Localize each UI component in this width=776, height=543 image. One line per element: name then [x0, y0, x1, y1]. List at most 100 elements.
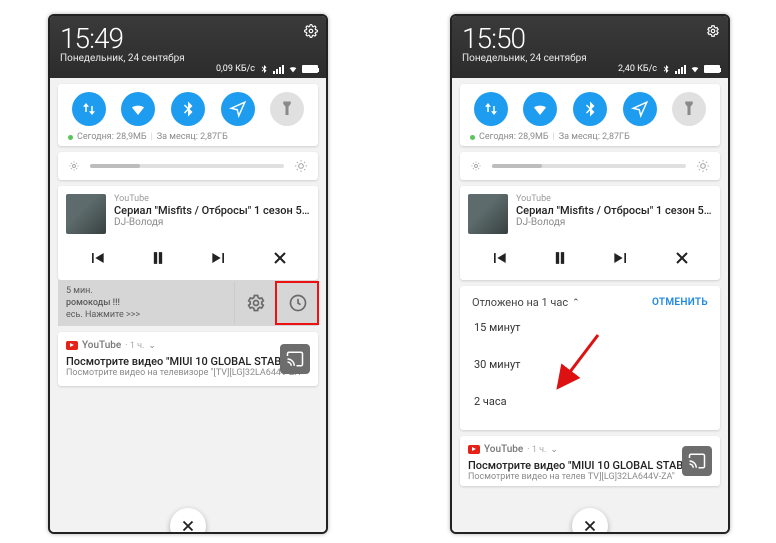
qs-bluetooth-toggle[interactable] [171, 92, 205, 126]
chevron-up-icon: ⌃ [572, 298, 580, 308]
notif-title: Посмотрите видео "MIUI 10 GLOBAL STABLE … [66, 355, 310, 368]
media-next-button[interactable] [607, 244, 635, 272]
brightness-slider[interactable] [58, 152, 318, 180]
battery-icon [302, 65, 318, 73]
bluetooth-icon [259, 64, 269, 74]
qs-flashlight-toggle[interactable] [672, 92, 706, 126]
usage-month: За месяц: 2,87ГБ [559, 132, 630, 142]
clock: 15:50 [462, 22, 718, 55]
qs-wifi-toggle[interactable] [121, 92, 155, 126]
notification-panel: Сегодня: 28,9МБ | За месяц: 2,87ГБ YouTu… [50, 78, 326, 532]
youtube-notification[interactable]: YouTube · 1 ч. ⌄ Посмотрите видео "MIUI … [58, 332, 318, 386]
phone-screenshot-right: 15:50 Понедельник, 24 сентября 2,40 КБ/с [450, 14, 730, 534]
snooze-subtitle: есь. Нажмите >>> [66, 310, 226, 320]
skip-previous-icon [489, 248, 509, 268]
media-pause-button[interactable] [144, 244, 172, 272]
media-title: Сериал "Misfits / Отбросы" 1 сезон 5 сер… [114, 204, 310, 217]
settings-gear[interactable] [304, 24, 318, 38]
cast-button[interactable] [280, 344, 310, 374]
notif-subtitle: Посмотрите видео на телевизоре "[TV][LG]… [66, 368, 310, 378]
qs-data-toggle[interactable] [72, 92, 106, 126]
status-bar: 15:49 Понедельник, 24 сентября 0,09 КБ/с [50, 16, 326, 78]
network-speed: 2,40 КБ/с [618, 64, 657, 74]
notif-time: 1 ч. [130, 341, 145, 351]
notif-app-name: YouTube [484, 444, 523, 455]
status-indicators: 2,40 КБ/с [618, 64, 720, 74]
clock-icon [288, 293, 308, 313]
clock: 15:49 [60, 22, 316, 55]
status-date: Понедельник, 24 сентября [462, 53, 718, 64]
skip-next-icon [611, 248, 631, 268]
status-indicators: 0,09 КБ/с [216, 64, 318, 74]
media-app-name: YouTube [114, 194, 310, 204]
usage-today: Сегодня: 28,9МБ [479, 132, 549, 142]
settings-gear[interactable] [706, 24, 720, 38]
media-prev-button[interactable] [485, 244, 513, 272]
usage-month: За месяц: 2,87ГБ [157, 132, 228, 142]
media-close-button[interactable] [668, 244, 696, 272]
media-subtitle: DJ-Володя [516, 217, 712, 228]
media-subtitle: DJ-Володя [114, 217, 310, 228]
cast-button[interactable] [682, 446, 712, 476]
qs-location-toggle[interactable] [221, 92, 255, 126]
navigation-icon [229, 100, 247, 118]
qs-bluetooth-toggle[interactable] [573, 92, 607, 126]
gear-icon [706, 24, 720, 38]
snooze-option-15min[interactable]: 15 минут [472, 309, 708, 346]
pause-icon [148, 248, 168, 268]
snooze-current-selection[interactable]: Отложено на 1 час ⌃ [472, 296, 580, 309]
media-close-button[interactable] [266, 244, 294, 272]
snooze-title: ромокоды !!! [66, 298, 226, 308]
data-usage-row: Сегодня: 28,9МБ | За месяц: 2,87ГБ [466, 132, 714, 142]
notif-subtitle: Посмотрите видео на телев TV][LG]32LA644… [468, 472, 712, 482]
signal-icon [273, 64, 284, 74]
notification-panel: Сегодня: 28,9МБ | За месяц: 2,87ГБ YouTu… [452, 78, 728, 532]
media-thumbnail [468, 194, 508, 234]
notif-title: Посмотрите видео "MIUI 10 GLOBAL STABLE … [468, 459, 712, 472]
qs-location-toggle[interactable] [623, 92, 657, 126]
notification-settings-button[interactable] [234, 282, 276, 324]
snooze-option-2h[interactable]: 2 часа [472, 383, 708, 420]
media-notification[interactable]: YouTube Сериал "Misfits / Отбросы" 1 сез… [460, 186, 720, 280]
snooze-options-card: Отложено на 1 час ⌃ ОТМЕНИТЬ 15 минут 30… [460, 286, 720, 430]
battery-icon [704, 65, 720, 73]
clear-all-button[interactable] [572, 508, 608, 532]
qs-flashlight-toggle[interactable] [270, 92, 304, 126]
data-usage-row: Сегодня: 28,9МБ | За месяц: 2,87ГБ [64, 132, 312, 142]
usage-today: Сегодня: 28,9МБ [77, 132, 147, 142]
gear-icon [304, 24, 318, 38]
media-prev-button[interactable] [83, 244, 111, 272]
snoozed-notification[interactable]: 5 мин. ромокоды !!! есь. Нажмите >>> [58, 280, 318, 326]
youtube-icon [66, 341, 78, 350]
quick-settings-card: Сегодня: 28,9МБ | За месяц: 2,87ГБ [58, 84, 318, 146]
qs-data-toggle[interactable] [474, 92, 508, 126]
flashlight-icon [278, 100, 296, 118]
sun-large-icon [696, 159, 710, 173]
close-icon [179, 517, 197, 532]
data-arrows-icon [80, 100, 98, 118]
youtube-notification[interactable]: YouTube · 1 ч. ⌄ Посмотрите видео "MIUI … [460, 436, 720, 486]
bluetooth-icon [179, 100, 197, 118]
snooze-cancel-button[interactable]: ОТМЕНИТЬ [652, 297, 708, 308]
brightness-track[interactable] [90, 164, 284, 168]
media-pause-button[interactable] [546, 244, 574, 272]
clear-all-button[interactable] [170, 508, 206, 532]
media-notification[interactable]: YouTube Сериал "Misfits / Отбросы" 1 сез… [58, 186, 318, 280]
close-icon [672, 248, 692, 268]
chevron-down-icon[interactable]: ⌄ [148, 341, 156, 351]
media-next-button[interactable] [205, 244, 233, 272]
chevron-down-icon[interactable]: ⌄ [550, 445, 558, 455]
gear-icon [246, 293, 266, 313]
pause-icon [550, 248, 570, 268]
media-app-name: YouTube [516, 194, 712, 204]
wifi-icon [288, 64, 298, 74]
snooze-option-30min[interactable]: 30 минут [472, 346, 708, 383]
data-arrows-icon [482, 100, 500, 118]
media-title: Сериал "Misfits / Отбросы" 1 сезон 5 сер… [516, 204, 712, 217]
brightness-slider[interactable] [460, 152, 720, 180]
qs-wifi-toggle[interactable] [523, 92, 557, 126]
brightness-track[interactable] [492, 164, 686, 168]
notification-snooze-button[interactable] [276, 282, 318, 324]
bluetooth-icon [661, 64, 671, 74]
status-dot-icon [470, 135, 475, 140]
